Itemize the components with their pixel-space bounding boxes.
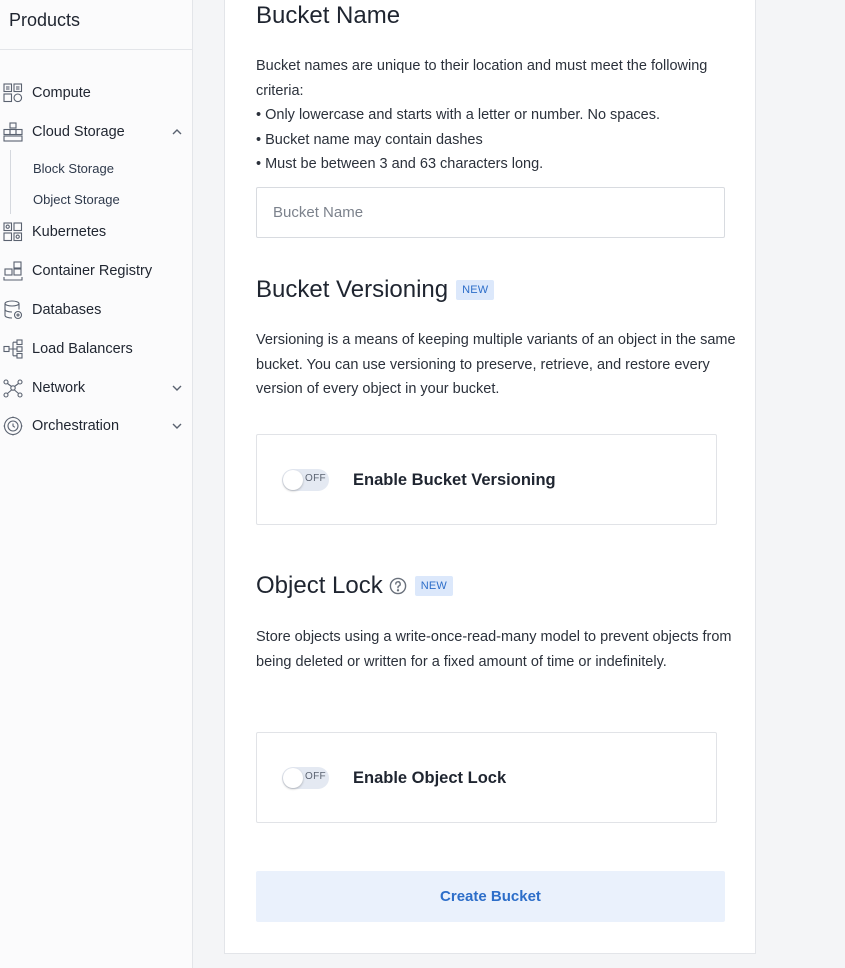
network-icon [2, 377, 24, 399]
bucket-versioning-heading: Bucket Versioning NEW [256, 276, 495, 304]
toggle-state-text: OFF [305, 473, 326, 484]
new-badge: NEW [414, 576, 453, 596]
bucket-name-criteria-item: • Bucket name may contain dashes [256, 131, 483, 148]
versioning-toggle[interactable]: OFF [282, 469, 329, 491]
chevron-down-icon[interactable] [171, 382, 183, 394]
sidebar-item-orchestration[interactable]: Orchestration [0, 411, 193, 441]
bucket-name-criteria-item: • Must be between 3 and 63 characters lo… [256, 156, 544, 172]
databases-icon [2, 299, 24, 321]
load-balancers-icon [2, 338, 24, 360]
toggle-state-text: OFF [305, 771, 326, 782]
toggle-knob [283, 470, 303, 490]
bucket-name-input[interactable] [256, 187, 725, 238]
sidebar-item-kubernetes[interactable]: Kubernetes [0, 217, 193, 247]
chevron-up-icon[interactable] [171, 126, 183, 138]
create-bucket-button[interactable]: Create Bucket [256, 871, 725, 922]
sidebar-title: Products [9, 10, 81, 30]
bucket-name-description: Bucket names are unique to their locatio… [256, 54, 736, 177]
bucket-name-criteria-item: • Only lowercase and starts with a lette… [256, 107, 661, 123]
compute-icon [2, 82, 24, 104]
object-lock-toggle-label: Enable Object Lock [353, 769, 507, 787]
kubernetes-icon [2, 221, 24, 243]
versioning-toggle-panel: OFF Enable Bucket Versioning [256, 434, 717, 525]
sidebar-item-network[interactable]: Network [0, 373, 193, 403]
container-registry-icon [2, 260, 24, 282]
object-lock-description: Store objects using a write-once-read-ma… [256, 629, 732, 670]
sidebar-item-label: Network [32, 380, 86, 396]
sidebar-item-label: Kubernetes [32, 224, 107, 240]
object-lock-toggle-panel: OFF Enable Object Lock [256, 732, 717, 823]
object-lock-heading: Object Lock NEW [256, 572, 453, 600]
sidebar-item-label: Orchestration [32, 418, 120, 434]
toggle-knob [283, 768, 303, 788]
sidebar-item-label: Databases [32, 302, 102, 318]
sidebar-item-label: Load Balancers [32, 341, 133, 357]
submenu-guide-line [10, 150, 11, 214]
sidebar-item-cloud-storage[interactable]: Cloud Storage [0, 117, 193, 147]
new-badge: NEW [456, 280, 495, 300]
help-circle-icon[interactable] [389, 577, 407, 595]
cloud-storage-icon [2, 121, 24, 143]
versioning-toggle-label: Enable Bucket Versioning [353, 471, 556, 489]
sidebar-item-databases[interactable]: Databases [0, 295, 193, 325]
chevron-down-icon[interactable] [171, 420, 183, 432]
sidebar-item-label: Cloud Storage [32, 124, 125, 140]
sidebar-subitem-block-storage[interactable]: Block Storage [33, 157, 114, 179]
object-lock-toggle[interactable]: OFF [282, 767, 329, 789]
create-bucket-card: Bucket Name Bucket names are unique to t… [224, 0, 756, 954]
sidebar-divider [0, 49, 193, 50]
bucket-name-heading: Bucket Name [256, 2, 401, 29]
sidebar-item-container-registry[interactable]: Container Registry [0, 256, 193, 286]
sidebar-item-load-balancers[interactable]: Load Balancers [0, 334, 193, 364]
orchestration-icon [2, 415, 24, 437]
sidebar-item-label: Container Registry [32, 263, 153, 279]
sidebar-item-label: Compute [32, 85, 91, 101]
sidebar-item-compute[interactable]: Compute [0, 78, 193, 108]
bucket-versioning-description: Versioning is a means of keeping multipl… [256, 332, 736, 397]
bucket-name-criteria-intro: Bucket names are unique to their locatio… [256, 58, 708, 99]
sidebar: Products Compute Cloud Storage Block Sto… [0, 0, 193, 968]
sidebar-subitem-object-storage[interactable]: Object Storage [33, 188, 120, 210]
